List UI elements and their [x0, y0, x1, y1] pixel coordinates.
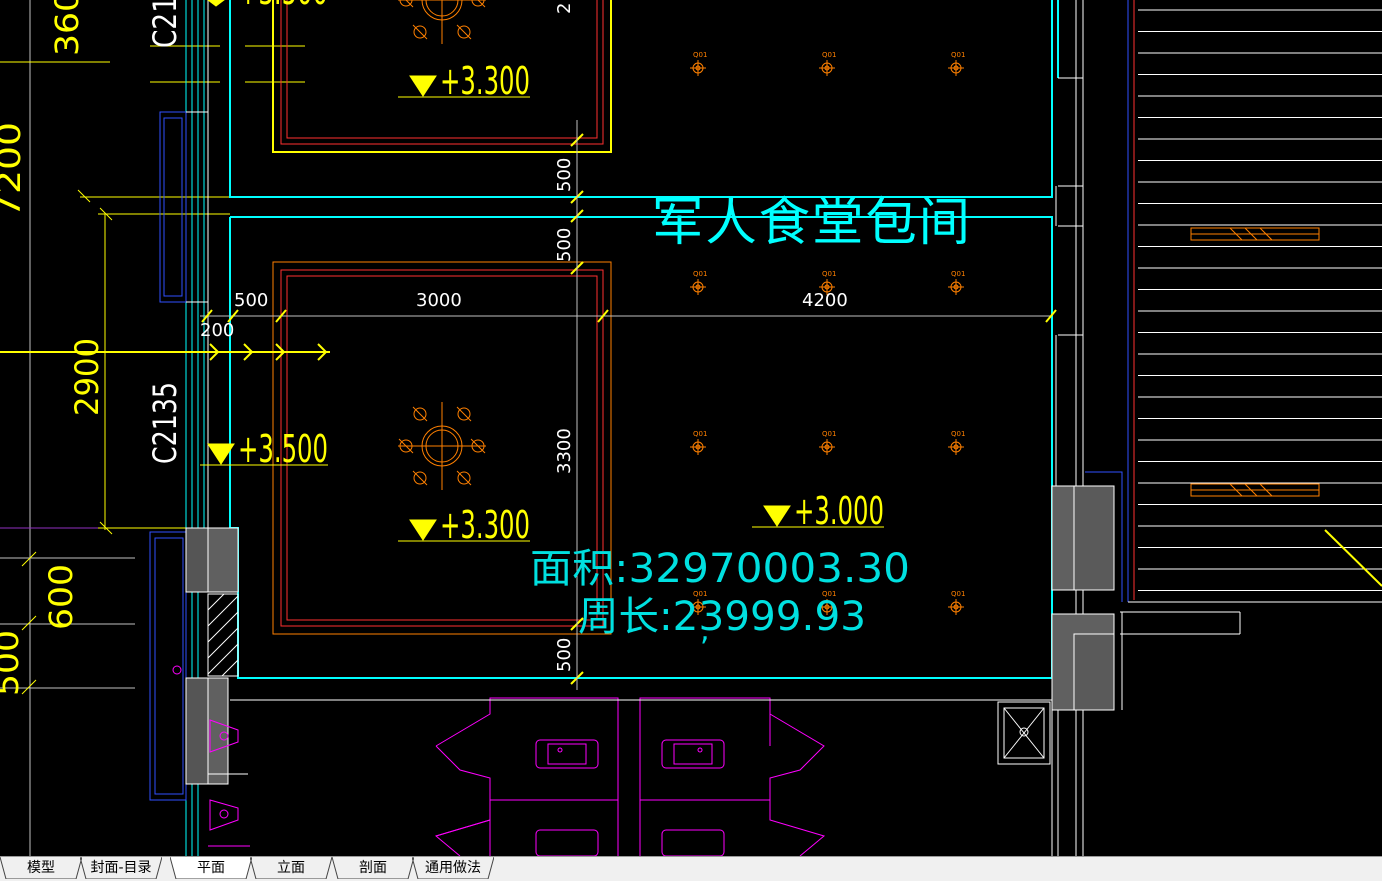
- dimension-500-v-mid: 500: [554, 228, 575, 262]
- downlight-tag: Q01: [951, 590, 965, 598]
- downlight-icon: Q01: [948, 430, 965, 455]
- downlight-icon: Q01: [819, 51, 836, 76]
- downlight-icon: Q01: [690, 270, 707, 295]
- elevation-top-left-partial: +3.500: [238, 0, 328, 13]
- layout-tab-label: 通用做法: [425, 860, 481, 876]
- dimension-2-partial: 2: [554, 3, 575, 14]
- dimension-500-v-bottom: 500: [554, 638, 575, 672]
- elevation-top-center: +3.300: [440, 59, 530, 103]
- downlight-icon: Q01: [948, 590, 965, 615]
- layout-tab[interactable]: 平面: [170, 857, 252, 879]
- downlight-tag: Q01: [951, 430, 965, 438]
- elevation-room-center: +3.300: [440, 503, 530, 547]
- layout-tab[interactable]: 通用做法: [412, 857, 494, 879]
- layout-tab[interactable]: 模型: [0, 857, 82, 879]
- downlight-tag: Q01: [822, 430, 836, 438]
- downlight-tag: Q01: [693, 51, 707, 59]
- dimension-360-partial: 360: [48, 0, 86, 56]
- downlight-tag: Q01: [693, 430, 707, 438]
- dimension-600: 600: [42, 564, 80, 630]
- layout-tab-label: 模型: [27, 860, 55, 876]
- layout-tab-label: 平面: [197, 860, 225, 876]
- downlight-icon: Q01: [948, 51, 965, 76]
- dimension-7200-partial: 7200: [0, 122, 28, 218]
- downlight-tag: Q01: [951, 270, 965, 278]
- elevation-left-mid: +3.500: [238, 427, 328, 471]
- layout-tab-label: 剖面: [359, 860, 387, 876]
- elevation-room-right: +3.000: [794, 489, 884, 533]
- chandelier-icon: [398, 0, 486, 44]
- dimension-500-partial-left: 500: [0, 630, 26, 696]
- layout-tab-bar: 模型 封面-目录 平面 立面 剖面 通用做法: [0, 856, 1382, 881]
- right-louver-area: [1085, 0, 1382, 603]
- layout-tab[interactable]: 封面-目录: [80, 857, 162, 879]
- dimension-200: 200: [200, 320, 234, 341]
- downlight-icon: Q01: [819, 430, 836, 455]
- dimension-500-v-top: 500: [554, 158, 575, 192]
- room-title: 军人食堂包间: [652, 193, 972, 253]
- dimension-2900: 2900: [68, 338, 106, 416]
- hatched-wall-segment: [207, 593, 239, 677]
- downlight-tag: Q01: [693, 270, 707, 278]
- downlight-icon: Q01: [690, 430, 707, 455]
- bottom-white-lines: [208, 699, 1052, 775]
- downlight-icon: Q01: [948, 270, 965, 295]
- downlight-tag: Q01: [951, 51, 965, 59]
- chandelier-icon: [398, 402, 486, 490]
- bottom-fixtures: [208, 697, 826, 856]
- layout-tab-label: 立面: [277, 860, 305, 876]
- perimeter-label: 周长:23999.93: [578, 594, 866, 640]
- right-walls: [1051, 0, 1241, 856]
- layout-tab-label: 封面-目录: [90, 860, 152, 876]
- cad-drawing-canvas[interactable]: Q01 Q01 Q01 Q01 Q01 Q01 Q01 Q01 Q01 Q01 Q01 Q01 军: [0, 0, 1382, 856]
- window-label-c2135: C2135: [146, 382, 184, 464]
- dimension-3000: 3000: [416, 290, 462, 311]
- dimension-4200: 4200: [802, 290, 848, 311]
- downlight-icon: Q01: [690, 51, 707, 76]
- dimension-3300: 3300: [554, 428, 575, 474]
- label-cursor: ,: [700, 613, 710, 648]
- window-label-c21-partial: C21: [146, 0, 184, 48]
- dimension-500-left: 500: [234, 290, 268, 311]
- layout-tab[interactable]: 剖面: [332, 857, 414, 879]
- area-label: 面积:32970003.30: [530, 546, 910, 592]
- downlight-tag: Q01: [822, 270, 836, 278]
- layout-tab[interactable]: 立面: [250, 857, 332, 879]
- downlight-tag: Q01: [822, 51, 836, 59]
